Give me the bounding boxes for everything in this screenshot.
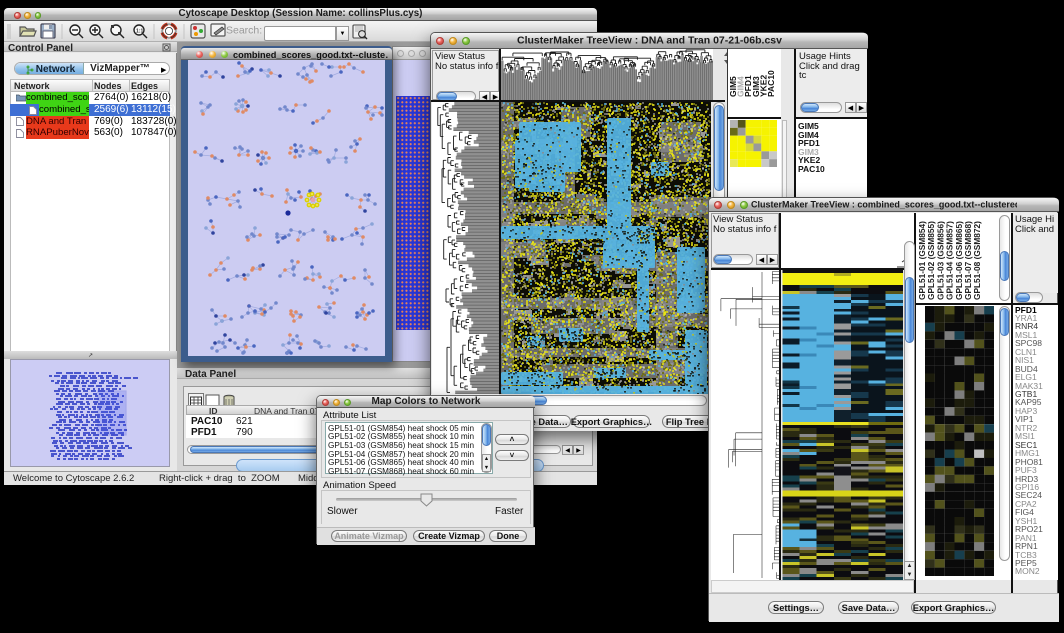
svg-text:Search:: Search: bbox=[226, 25, 262, 37]
svg-text:PAC10: PAC10 bbox=[766, 70, 776, 97]
svg-text:GPL51-08 (GSM872): GPL51-08 (GSM872) bbox=[972, 221, 982, 300]
svg-text:1:1: 1:1 bbox=[136, 29, 143, 35]
